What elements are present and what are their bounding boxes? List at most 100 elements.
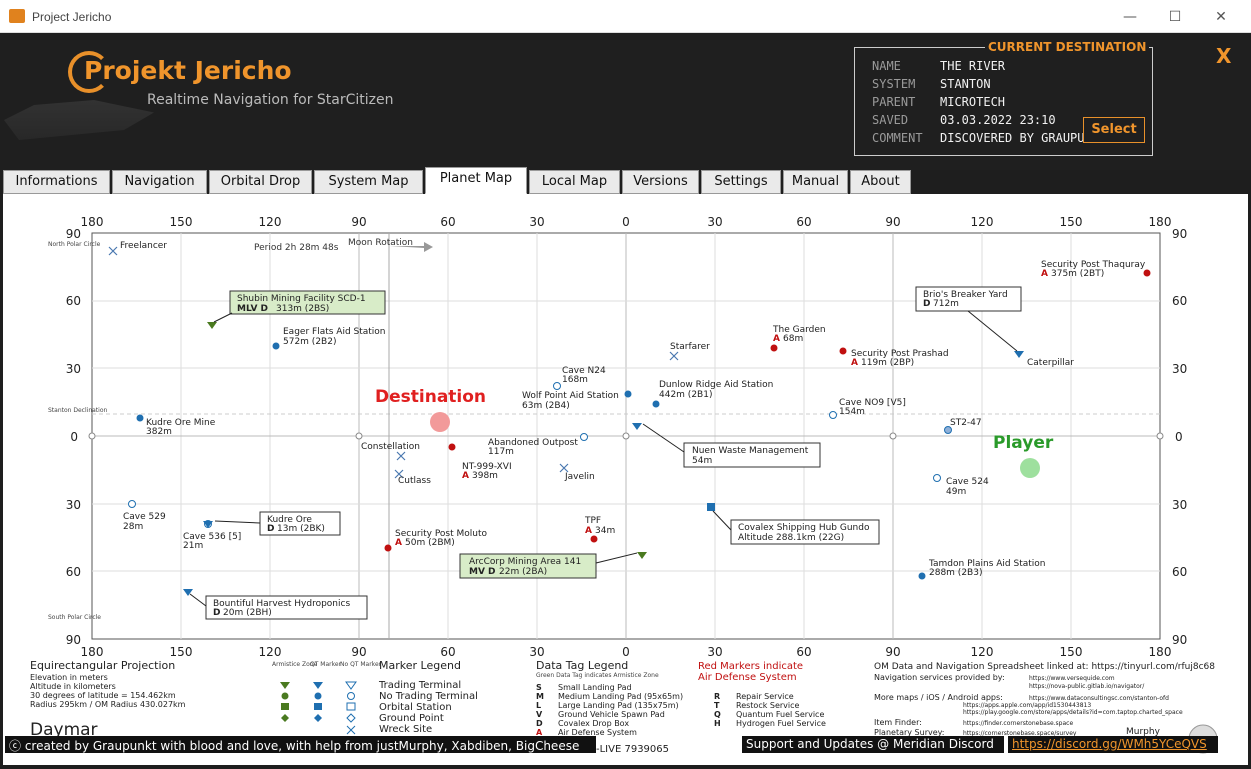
projection-line: Radius 295km / OM Radius 430.027km: [30, 700, 186, 709]
bottom-tick: 90: [885, 645, 900, 659]
service-value: Hydrogen Fuel Service: [736, 719, 826, 728]
destination-panel-title: CURRENT DESTINATION: [985, 40, 1150, 54]
dest-name-value: THE RIVER: [940, 59, 1006, 73]
tab-navigation[interactable]: Navigation: [112, 170, 207, 194]
top-tick: 90: [885, 215, 900, 229]
right-tick-labels: 90 60 30 0 30 60 90: [1172, 227, 1187, 647]
tab-system-map[interactable]: System Map: [314, 170, 423, 194]
label-cave-529: Cave 529: [123, 512, 166, 522]
right-tick: 30: [1172, 498, 1187, 512]
data-tag-value: Medium Landing Pad (95x65m): [558, 692, 683, 701]
nav-url: https://nova-public.gitlab.io/navigator/: [1029, 683, 1145, 690]
tab-about[interactable]: About: [850, 170, 911, 194]
close-window-button[interactable]: ✕: [1206, 6, 1236, 28]
label-st2-47: ST2-47: [950, 418, 982, 428]
air-defense-marker-icon: [839, 347, 847, 355]
close-destination-button[interactable]: X: [1216, 44, 1231, 68]
label-covalex: Covalex Shipping Hub Gundo: [738, 523, 870, 533]
label-starfarer: Starfarer: [670, 342, 710, 352]
top-tick: 60: [796, 215, 811, 229]
maximize-button[interactable]: ☐: [1160, 6, 1190, 28]
label-the-garden-detail: 68m: [783, 334, 803, 344]
bottom-tick: 90: [351, 645, 366, 659]
label-cutlass: Cutlass: [398, 476, 431, 486]
top-tick: 180: [1149, 215, 1172, 229]
top-tick: 120: [971, 215, 994, 229]
bottom-tick: 180: [81, 645, 104, 659]
dest-comment-value: DISCOVERED BY GRAUPU: [940, 131, 1085, 145]
player-marker[interactable]: [1020, 458, 1040, 478]
ground-point-marker-icon: [136, 414, 144, 422]
marker-type: Wreck Site: [379, 724, 432, 735]
om-data-link: OM Data and Navigation Spreadsheet linke…: [874, 662, 1215, 672]
tab-local-map[interactable]: Local Map: [529, 170, 620, 194]
north-polar-label: North Polar Circle: [48, 241, 101, 248]
data-tag-key: M: [536, 692, 544, 701]
legend-ground-noqt-icon: [346, 713, 356, 723]
bottom-tick: 30: [707, 645, 722, 659]
label-cave-529-detail: 28m: [123, 522, 143, 532]
tab-informations[interactable]: Informations: [3, 170, 110, 194]
window-titlebar: Project Jericho — ☐ ✕: [0, 0, 1251, 33]
right-tick: 60: [1172, 565, 1187, 579]
player-label: Player: [993, 433, 1054, 453]
marker-type: Orbital Station: [379, 702, 452, 713]
label-constellation: Constellation: [361, 442, 420, 452]
legend-col-no-qt: No QT Marker: [340, 661, 382, 668]
ground-point-marker-icon: [933, 474, 941, 482]
label-kudre-ore-mine-detail: 382m: [146, 427, 172, 437]
marker-type: Trading Terminal: [378, 680, 461, 691]
credits-bar: ⓒ created by Graupunkt with blood and lo…: [5, 736, 596, 753]
top-tick: 150: [1060, 215, 1083, 229]
tab-manual[interactable]: Manual: [783, 170, 848, 194]
data-tag-key: V: [536, 710, 543, 719]
service-value: Restock Service: [736, 701, 800, 710]
dest-name-key: NAME: [872, 59, 901, 73]
right-tick: 0: [1175, 430, 1183, 444]
marker-legend-title: Marker Legend: [379, 659, 461, 672]
projection-line: Altitude in kilometers: [30, 682, 116, 691]
label-the-garden-tag: A: [773, 334, 780, 344]
label-eager-flats-detail: 572m (2B2): [283, 337, 336, 347]
bottom-tick: 60: [796, 645, 811, 659]
legend-ground-armistice-icon: [281, 714, 289, 722]
maps-url: https://play.google.com/store/apps/detai…: [963, 709, 1183, 716]
label-prashad-tag: A: [851, 358, 858, 368]
service-key: H: [714, 719, 721, 728]
label-kudre-ore-tag: D: [267, 524, 274, 534]
legend-notrading-qt-icon: [314, 692, 322, 700]
right-tick: 30: [1172, 362, 1187, 376]
red-markers-line: Air Defense System: [698, 672, 797, 683]
left-tick: 60: [66, 294, 81, 308]
planet-map-svg: 180 150 120 90 60 30 0 30 60 90 120 150 …: [30, 215, 1218, 755]
bottom-tick: 30: [529, 645, 544, 659]
minimize-button[interactable]: —: [1115, 6, 1145, 28]
tab-orbital-drop[interactable]: Orbital Drop: [209, 170, 312, 194]
ground-point-marker-icon: [624, 390, 632, 398]
ground-point-marker-icon: [553, 382, 561, 390]
label-covalex-detail: Altitude 288.1km (22G): [738, 533, 844, 543]
label-javelin: Javelin: [564, 472, 595, 482]
air-defense-marker-icon: [1143, 269, 1151, 277]
discord-link[interactable]: https://discord.gg/WMh5YCeQVS: [1008, 736, 1218, 753]
tab-planet-map[interactable]: Planet Map: [425, 167, 527, 194]
ground-point-marker-icon: [918, 572, 926, 580]
label-thaquray-detail: 375m (2BT): [1051, 269, 1104, 279]
tab-settings[interactable]: Settings: [701, 170, 781, 194]
data-tag-value: Small Landing Pad: [558, 683, 632, 692]
bottom-tick: 120: [971, 645, 994, 659]
destination-marker[interactable]: [430, 412, 450, 432]
left-tick: 0: [70, 430, 78, 444]
top-tick-labels: 180 150 120 90 60 30 0 30 60 90 120 150 …: [81, 215, 1172, 229]
service-key: R: [714, 692, 720, 701]
top-tick: 180: [81, 215, 104, 229]
right-tick: 90: [1172, 633, 1187, 647]
label-bountiful-detail: 20m (2BH): [223, 608, 272, 618]
tab-versions[interactable]: Versions: [622, 170, 699, 194]
bottom-tick: 150: [1060, 645, 1083, 659]
service-value: Quantum Fuel Service: [736, 710, 824, 719]
label-nuen: Nuen Waste Management: [692, 446, 809, 456]
data-tag-value: Covalex Drop Box: [558, 719, 629, 728]
select-button[interactable]: Select: [1083, 117, 1145, 143]
dest-system-key: SYSTEM: [872, 77, 916, 91]
